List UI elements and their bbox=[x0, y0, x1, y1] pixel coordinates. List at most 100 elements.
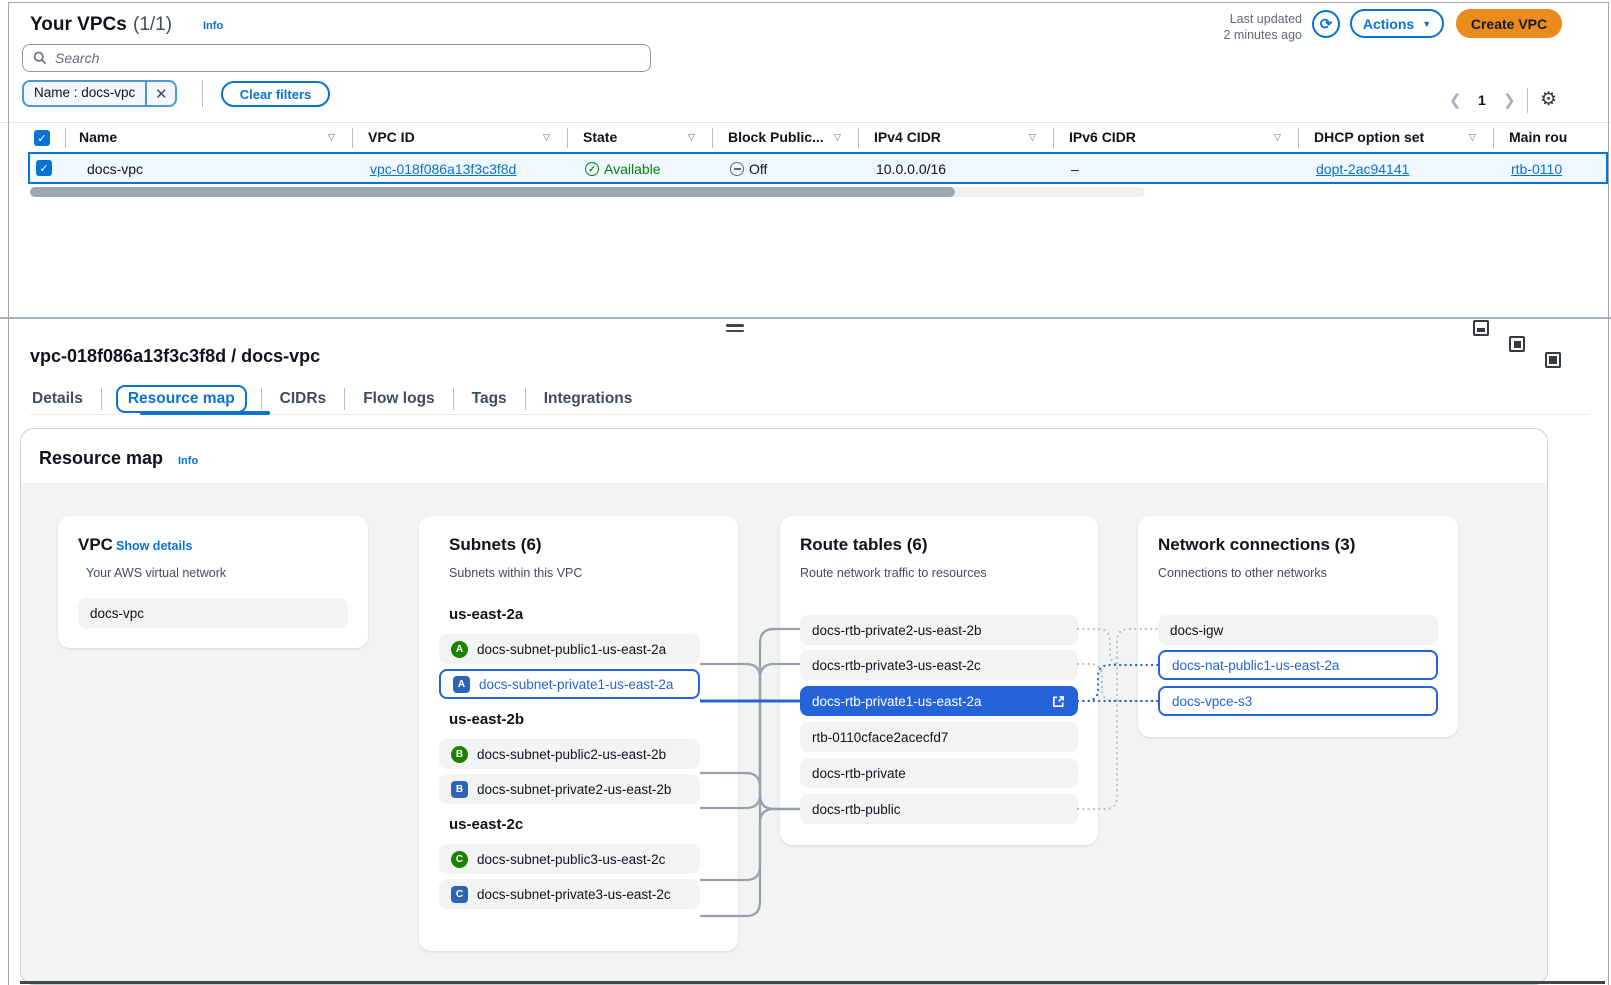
map-item-label: docs-subnet-private2-us-east-2b bbox=[477, 782, 671, 797]
az-header-us-east-2b: us-east-2b bbox=[449, 711, 524, 728]
cell-dhcp-link[interactable]: dopt-2ac94141 bbox=[1316, 161, 1409, 177]
col-header-ipv6-cidr[interactable]: IPv6 CIDR bbox=[1069, 129, 1136, 145]
subnets-column-title: Subnets (6) bbox=[449, 535, 542, 555]
filter-chip-remove-icon[interactable]: ✕ bbox=[145, 82, 175, 105]
filter-icon[interactable]: ▽ bbox=[1469, 132, 1476, 143]
map-item-subnet-private2[interactable]: B docs-subnet-private2-us-east-2b bbox=[439, 774, 700, 804]
page-title: Your VPCs bbox=[30, 14, 127, 36]
row-checkbox[interactable]: ✓ bbox=[36, 160, 52, 176]
subnet-badge-b-private: B bbox=[451, 781, 468, 798]
map-item-rtb-private1[interactable]: docs-rtb-private1-us-east-2a bbox=[800, 686, 1078, 716]
col-header-ipv4-cidr[interactable]: IPv4 CIDR bbox=[874, 129, 941, 145]
route-tables-column-subtitle: Route network traffic to resources bbox=[800, 566, 987, 580]
tab-resource-map[interactable]: Resource map bbox=[116, 385, 247, 413]
next-page-icon[interactable]: ❯ bbox=[1503, 91, 1516, 109]
prev-page-icon[interactable]: ❮ bbox=[1449, 91, 1462, 109]
map-item-rtb-public[interactable]: docs-rtb-public bbox=[800, 794, 1078, 824]
map-item-label: docs-rtb-private3-us-east-2c bbox=[812, 658, 981, 673]
map-item-label: docs-rtb-private1-us-east-2a bbox=[812, 694, 982, 709]
map-item-label: docs-subnet-private3-us-east-2c bbox=[477, 887, 671, 902]
last-updated-value: 2 minutes ago bbox=[1150, 27, 1302, 43]
subnet-badge-a-public: A bbox=[451, 641, 468, 658]
search-icon bbox=[33, 51, 47, 65]
col-header-dhcp[interactable]: DHCP option set bbox=[1314, 129, 1424, 145]
map-item-label: docs-rtb-public bbox=[812, 802, 901, 817]
filter-icon[interactable]: ▽ bbox=[543, 132, 550, 143]
filter-icon[interactable]: ▽ bbox=[688, 132, 695, 143]
detail-panel-title: vpc-018f086a13f3c3f8d / docs-vpc bbox=[30, 346, 320, 367]
map-item-subnet-public1[interactable]: A docs-subnet-public1-us-east-2a bbox=[439, 634, 700, 664]
cell-main-route-link[interactable]: rtb-0110 bbox=[1511, 161, 1562, 177]
horizontal-scrollbar-thumb[interactable] bbox=[30, 187, 955, 197]
map-item-subnet-public2[interactable]: B docs-subnet-public2-us-east-2b bbox=[439, 739, 700, 769]
divider bbox=[101, 388, 102, 410]
tab-cidrs[interactable]: CIDRs bbox=[262, 386, 345, 412]
col-header-block-public[interactable]: Block Public... bbox=[728, 129, 824, 145]
map-item-rtb-private2[interactable]: docs-rtb-private2-us-east-2b bbox=[800, 615, 1078, 645]
map-item-vpc[interactable]: docs-vpc bbox=[78, 598, 348, 628]
network-connections-column-title: Network connections (3) bbox=[1158, 535, 1355, 555]
map-item-label: docs-nat-public1-us-east-2a bbox=[1172, 658, 1339, 673]
divider bbox=[202, 80, 203, 107]
map-item-label: docs-igw bbox=[1170, 623, 1223, 638]
filter-chip[interactable]: Name : docs-vpc ✕ bbox=[22, 80, 177, 107]
resource-map-info-link[interactable]: Info bbox=[178, 455, 198, 467]
filter-chip-label: Name : docs-vpc bbox=[24, 81, 145, 106]
create-vpc-button[interactable]: Create VPC bbox=[1456, 9, 1562, 38]
show-details-link[interactable]: Show details bbox=[116, 539, 192, 553]
page-number[interactable]: 1 bbox=[1478, 92, 1486, 108]
refresh-icon: ⟳ bbox=[1320, 15, 1333, 33]
refresh-button[interactable]: ⟳ bbox=[1312, 10, 1340, 38]
map-item-rtb-private3[interactable]: docs-rtb-private3-us-east-2c bbox=[800, 650, 1078, 680]
actions-button[interactable]: Actions ▼ bbox=[1350, 9, 1444, 38]
subnet-badge-a-private: A bbox=[453, 676, 470, 693]
panel-layout-bottom-icon[interactable] bbox=[1473, 320, 1489, 336]
az-header-us-east-2c: us-east-2c bbox=[449, 816, 523, 833]
clear-filters-button[interactable]: Clear filters bbox=[221, 81, 330, 107]
gear-icon[interactable]: ⚙ bbox=[1540, 88, 1557, 111]
map-item-rtb-0110[interactable]: rtb-0110cface2acecfd7 bbox=[800, 722, 1078, 752]
tab-flow-logs[interactable]: Flow logs bbox=[345, 386, 452, 412]
last-updated-label: Last updated bbox=[1150, 11, 1302, 27]
cell-block-public: Off bbox=[730, 161, 767, 177]
map-item-rtb-private[interactable]: docs-rtb-private bbox=[800, 758, 1078, 788]
col-header-name[interactable]: Name bbox=[79, 129, 117, 145]
subnets-column-subtitle: Subnets within this VPC bbox=[449, 566, 582, 580]
window-bottom-edge bbox=[20, 981, 1605, 984]
page-count: (1/1) bbox=[133, 14, 172, 36]
table-row[interactable]: ✓ docs-vpc vpc-018f086a13f3c3f8d ✓ Avail… bbox=[28, 152, 1608, 184]
map-item-subnet-public3[interactable]: C docs-subnet-public3-us-east-2c bbox=[439, 844, 700, 874]
tab-details[interactable]: Details bbox=[30, 386, 101, 412]
select-all-checkbox[interactable]: ✓ bbox=[34, 130, 50, 146]
panel-layout-full-icon[interactable] bbox=[1545, 352, 1561, 368]
state-label: Available bbox=[604, 161, 661, 177]
split-panel-divider[interactable] bbox=[0, 317, 1611, 319]
map-item-nat-gateway[interactable]: docs-nat-public1-us-east-2a bbox=[1158, 650, 1438, 680]
cell-ipv6-cidr: – bbox=[1071, 161, 1079, 177]
info-link[interactable]: Info bbox=[203, 20, 223, 32]
tab-integrations[interactable]: Integrations bbox=[526, 386, 651, 412]
search-input[interactable]: Search bbox=[22, 44, 651, 72]
filter-icon[interactable]: ▽ bbox=[834, 132, 841, 143]
split-panel-resize-handle[interactable] bbox=[726, 324, 744, 332]
map-item-label: docs-vpce-s3 bbox=[1172, 694, 1252, 709]
divider bbox=[567, 128, 568, 148]
map-item-igw[interactable]: docs-igw bbox=[1158, 615, 1438, 645]
panel-layout-side-icon[interactable] bbox=[1509, 336, 1525, 352]
divider bbox=[712, 128, 713, 148]
map-item-subnet-private1[interactable]: A docs-subnet-private1-us-east-2a bbox=[439, 669, 700, 699]
map-item-subnet-private3[interactable]: C docs-subnet-private3-us-east-2c bbox=[439, 879, 700, 909]
col-header-vpc-id[interactable]: VPC ID bbox=[368, 129, 415, 145]
filter-icon[interactable]: ▽ bbox=[1274, 132, 1281, 143]
filter-icon[interactable]: ▽ bbox=[1029, 132, 1036, 143]
col-header-main-route[interactable]: Main rou bbox=[1509, 129, 1567, 145]
map-item-vpce-s3[interactable]: docs-vpce-s3 bbox=[1158, 686, 1438, 716]
col-header-state[interactable]: State bbox=[583, 129, 617, 145]
filter-icon[interactable]: ▽ bbox=[328, 132, 335, 143]
map-item-label: docs-subnet-public1-us-east-2a bbox=[477, 642, 666, 657]
actions-label: Actions bbox=[1363, 16, 1414, 32]
resource-map-title: Resource map bbox=[39, 448, 163, 469]
tab-tags[interactable]: Tags bbox=[454, 386, 525, 412]
cell-vpc-id-link[interactable]: vpc-018f086a13f3c3f8d bbox=[370, 161, 516, 177]
external-link-icon[interactable] bbox=[1051, 694, 1066, 709]
